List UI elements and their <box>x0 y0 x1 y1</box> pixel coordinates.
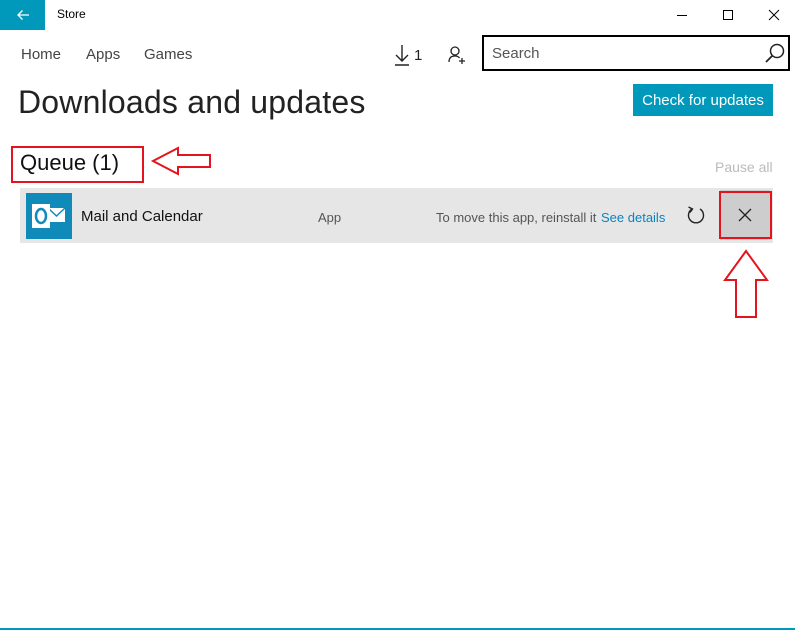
left-pointing-arrow <box>150 146 211 176</box>
downloads-count: 1 <box>414 46 423 64</box>
cancel-icon <box>738 208 752 222</box>
close-window-button[interactable] <box>751 0 795 30</box>
minimize-icon <box>677 15 687 16</box>
minimize-button[interactable] <box>659 0 705 30</box>
nav-games[interactable]: Games <box>144 46 192 63</box>
queue-heading: Queue (1) <box>20 150 120 175</box>
queue-item-row[interactable]: Mail and Calendar App To move this app, … <box>20 188 773 243</box>
back-button[interactable] <box>0 0 45 30</box>
bottom-accent-line <box>0 628 795 630</box>
nav-apps[interactable]: Apps <box>86 46 120 63</box>
maximize-button[interactable] <box>705 0 751 30</box>
app-type: App <box>318 210 342 225</box>
back-arrow-icon <box>16 10 29 20</box>
up-pointing-arrow <box>723 249 769 318</box>
search-input[interactable] <box>492 43 752 63</box>
check-for-updates-button[interactable]: Check for updates <box>633 84 773 116</box>
download-arrow-icon <box>395 45 409 66</box>
see-details-link[interactable]: See details <box>601 210 665 225</box>
search-box[interactable] <box>482 35 790 71</box>
retry-icon[interactable] <box>685 204 707 226</box>
pause-all-button[interactable]: Pause all <box>715 159 773 175</box>
downloads-button[interactable]: 1 <box>393 42 422 68</box>
account-button[interactable] <box>446 42 468 68</box>
search-icon[interactable] <box>764 42 786 64</box>
outlook-mail-icon <box>32 204 66 228</box>
window-title: Store <box>57 7 86 21</box>
cancel-download-button[interactable] <box>720 190 770 240</box>
maximize-icon <box>723 10 733 20</box>
page-title: Downloads and updates <box>18 84 366 120</box>
app-name: Mail and Calendar <box>81 208 203 225</box>
add-user-icon <box>448 46 465 64</box>
title-bar: Store <box>0 0 795 30</box>
nav-home[interactable]: Home <box>21 46 61 63</box>
close-icon <box>768 9 780 21</box>
status-message: To move this app, reinstall it <box>436 210 597 225</box>
app-icon-container <box>26 193 72 239</box>
